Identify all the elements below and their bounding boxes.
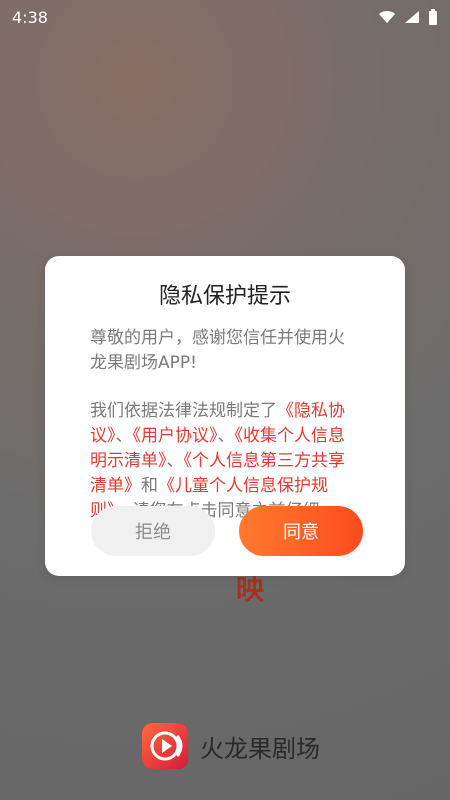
- privacy-dialog: 隐私保护提示 尊敬的用户，感谢您信任并使用火龙果剧场APP! 我们依据法律法规制…: [45, 256, 405, 576]
- separator: 、: [115, 426, 133, 446]
- battery-icon: [428, 9, 438, 25]
- separator: 、: [217, 426, 235, 446]
- link-user-agreement[interactable]: 《用户协议》: [133, 426, 218, 446]
- agree-button[interactable]: 同意: [239, 506, 363, 556]
- app-logo-icon: [142, 723, 188, 769]
- signal-icon: [404, 10, 420, 24]
- brand: 火龙果剧场: [142, 723, 320, 769]
- brand-name: 火龙果剧场: [200, 734, 320, 763]
- separator: 、: [166, 451, 184, 471]
- status-time: 4:38: [12, 7, 48, 27]
- dialog-title: 隐私保护提示: [158, 284, 291, 309]
- status-icons: [378, 9, 438, 25]
- refuse-button[interactable]: 拒绝: [91, 506, 215, 556]
- wifi-icon: [378, 10, 396, 24]
- separator: 和: [141, 476, 158, 496]
- status-bar: 4:38: [0, 0, 450, 34]
- paragraph-prefix: 我们依据法律法规制定了: [90, 401, 277, 421]
- greeting-text: 尊敬的用户，感谢您信任并使用火龙果剧场APP!: [90, 328, 345, 373]
